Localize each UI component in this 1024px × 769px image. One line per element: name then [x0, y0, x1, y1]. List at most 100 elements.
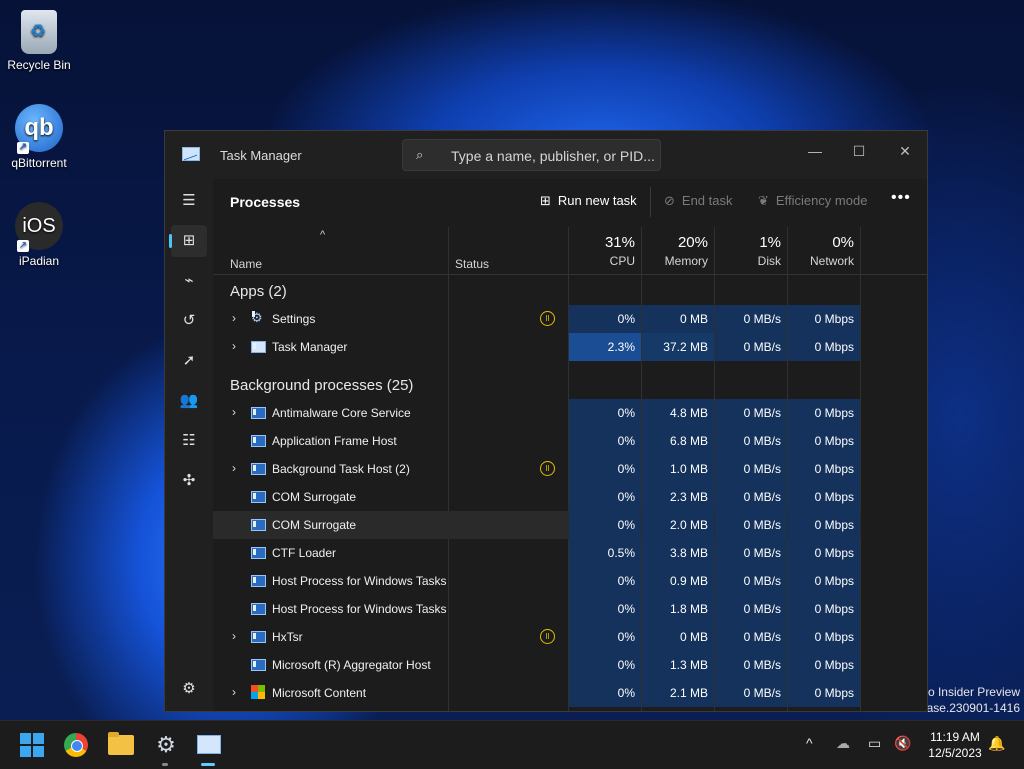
column-cpu[interactable]: 31% CPU — [575, 234, 635, 268]
expand-chevron-icon[interactable]: › — [232, 311, 236, 325]
nav-item-startup-apps[interactable]: ➚ — [171, 345, 207, 377]
more-options-button[interactable]: ••• — [891, 189, 911, 207]
process-row[interactable]: Host Process for Windows Tasks 0% 0.9 MB 0 … — [213, 567, 861, 595]
memory-value: 2.1 MB — [642, 679, 714, 707]
process-row[interactable]: › Microsoft Content 0% 2.1 MB 0 MB/s 0 Mbps — [213, 679, 861, 707]
search-box[interactable]: ⌕ — [402, 139, 661, 171]
process-name: Task Manager — [272, 340, 348, 354]
process-row[interactable]: › Background Task Host (2) II 0% 1.0 MB 0 MB/… — [213, 455, 861, 483]
column-name[interactable]: Name — [230, 257, 262, 271]
memory-value: 1.0 MB — [642, 455, 714, 483]
process-row[interactable]: › HxTsr II 0% 0 MB 0 MB/s 0 Mbps — [213, 623, 861, 651]
process-row[interactable]: Application Frame Host 0% 6.8 MB 0 MB/s 0 Mb… — [213, 427, 861, 455]
memory-value: 6.8 MB — [642, 427, 714, 455]
process-name: Settings — [272, 312, 316, 326]
nav-item-services[interactable]: ✣ — [171, 465, 207, 497]
column-network[interactable]: 0% Network — [794, 234, 854, 268]
desktop-icon-ipadian[interactable]: iOS ↗ iPadian — [0, 202, 78, 268]
cpu-value: 0% — [569, 483, 641, 511]
volume-muted-icon[interactable]: 🔇 — [894, 735, 911, 752]
cpu-value: 0% — [569, 679, 641, 707]
maximize-button[interactable]: ☐ — [839, 137, 879, 165]
process-window-icon — [251, 575, 266, 587]
start-button[interactable] — [20, 733, 44, 757]
desktop-icon-label: Recycle Bin — [7, 58, 71, 72]
close-button[interactable]: ✕ — [885, 137, 925, 165]
toolbar: Processes ⊞ Run new task ⊘ End task ❦ Effic… — [213, 179, 927, 225]
process-row[interactable]: Host Process for Windows Tasks 0% 1.8 MB 0 … — [213, 595, 861, 623]
nav-item-settings[interactable]: ⚙ — [171, 673, 207, 705]
process-row[interactable]: CTF Loader 0.5% 3.8 MB 0 MB/s 0 Mbps — [213, 539, 861, 567]
efficiency-mode-button[interactable]: ❦ Efficiency mode — [758, 193, 867, 209]
process-row[interactable]: › Antimalware Core Service 0% 4.8 MB 0 MB/s 0… — [213, 399, 861, 427]
tray-chevron-icon[interactable]: ^ — [806, 735, 813, 751]
process-name: COM Surrogate — [272, 518, 357, 532]
title-bar[interactable]: Task Manager ⌕ — ☐ ✕ — [165, 131, 927, 179]
expand-chevron-icon[interactable]: › — [232, 461, 236, 475]
minimize-button[interactable]: — — [795, 137, 835, 165]
running-indicator — [162, 763, 168, 766]
disk-value: 0 MB/s — [715, 679, 787, 707]
efficiency-paused-icon: II — [540, 311, 555, 326]
cpu-total: 31% — [604, 234, 635, 251]
group-header-background: Background processes (25) — [230, 377, 414, 394]
expand-chevron-icon[interactable]: › — [232, 339, 236, 353]
file-explorer-icon[interactable] — [108, 732, 134, 755]
hamburger-menu-icon[interactable]: ☰ — [171, 185, 207, 217]
column-status[interactable]: Status — [455, 257, 489, 271]
network-total: 0% — [832, 234, 854, 251]
process-name: Background Task Host (2) — [272, 462, 410, 476]
page-title: Processes — [230, 194, 301, 210]
notification-bell-icon[interactable]: 🔔 — [988, 735, 1005, 752]
nav-item-performance[interactable]: ⌁ — [171, 265, 207, 297]
nav-item-users[interactable]: 👥 — [171, 385, 207, 417]
process-row[interactable]: › Task Manager 2.3% 37.2 MB 0 MB/s 0 Mbps — [213, 333, 861, 361]
task-manager-taskbar-icon[interactable] — [197, 735, 221, 754]
nav-item-processes[interactable]: ⊞ — [169, 225, 207, 257]
expand-chevron-icon[interactable]: › — [232, 405, 236, 419]
process-row[interactable]: › ⚙ Settings II 0% 0 MB 0 MB/s 0 Mbps — [213, 305, 861, 333]
search-input[interactable] — [449, 146, 658, 166]
end-task-button[interactable]: ⊘ End task — [664, 193, 733, 209]
desktop-icon-recycle-bin[interactable]: ♻ Recycle Bin — [0, 8, 78, 72]
disk-value: 0 MB/s — [715, 623, 787, 651]
column-disk[interactable]: 1% Disk — [721, 234, 781, 268]
process-window-icon — [251, 603, 266, 615]
nav-item-details[interactable]: ☷ — [171, 425, 207, 457]
process-window-icon — [251, 547, 266, 559]
process-row[interactable]: Microsoft (R) Aggregator Host 0% 1.3 MB 0 M… — [213, 651, 861, 679]
expand-chevron-icon[interactable]: › — [232, 629, 236, 643]
memory-total: 20% — [677, 234, 708, 251]
expand-chevron-icon[interactable]: › — [232, 685, 236, 699]
settings-gear-icon[interactable]: ⚙ — [152, 731, 180, 759]
process-row[interactable]: COM Surrogate 0% 2.3 MB 0 MB/s 0 Mbps — [213, 483, 861, 511]
system-clock[interactable]: 11:19 AM 12/5/2023 — [915, 729, 995, 761]
memory-value: 2.3 MB — [642, 483, 714, 511]
end-task-icon: ⊘ — [664, 193, 675, 208]
run-new-task-button[interactable]: ⊞ Run new task — [540, 193, 637, 209]
disk-value: 0 MB/s — [715, 595, 787, 623]
column-headers: ^ Name Status 31% CPU 20% Memory 1% Disk 0%… — [213, 227, 927, 275]
network-offline-icon[interactable]: ☁ — [836, 735, 850, 752]
network-value: 0 Mbps — [788, 427, 860, 455]
process-window-icon — [251, 631, 266, 643]
build-watermark-line1: ro Insider Preview — [923, 685, 1020, 699]
cpu-value: 0% — [569, 651, 641, 679]
memory-value: 0 MB — [642, 305, 714, 333]
chrome-icon[interactable] — [64, 733, 88, 757]
process-name: Antimalware Core Service — [272, 406, 411, 420]
display-icon[interactable]: ▭ — [868, 735, 881, 752]
recycle-bin-icon: ♻ — [21, 10, 57, 54]
sort-arrow-icon: ^ — [320, 229, 326, 241]
column-memory[interactable]: 20% Memory — [648, 234, 708, 268]
process-row[interactable]: COM Surrogate 0% 2.0 MB 0 MB/s 0 Mbps — [213, 511, 861, 539]
ipadian-icon: iOS ↗ — [15, 202, 63, 252]
desktop-icon-qbittorrent[interactable]: qb ↗ qBittorrent — [0, 104, 78, 170]
disk-value: 0 MB/s — [715, 399, 787, 427]
nav-item-app-history[interactable]: ↺ — [171, 305, 207, 337]
build-watermark-line2: ease.230901-1416 — [919, 701, 1020, 715]
process-window-icon — [251, 435, 266, 447]
network-value: 0 Mbps — [788, 511, 860, 539]
process-window-icon — [251, 407, 266, 419]
process-name: Microsoft (R) Aggregator Host — [272, 658, 431, 672]
